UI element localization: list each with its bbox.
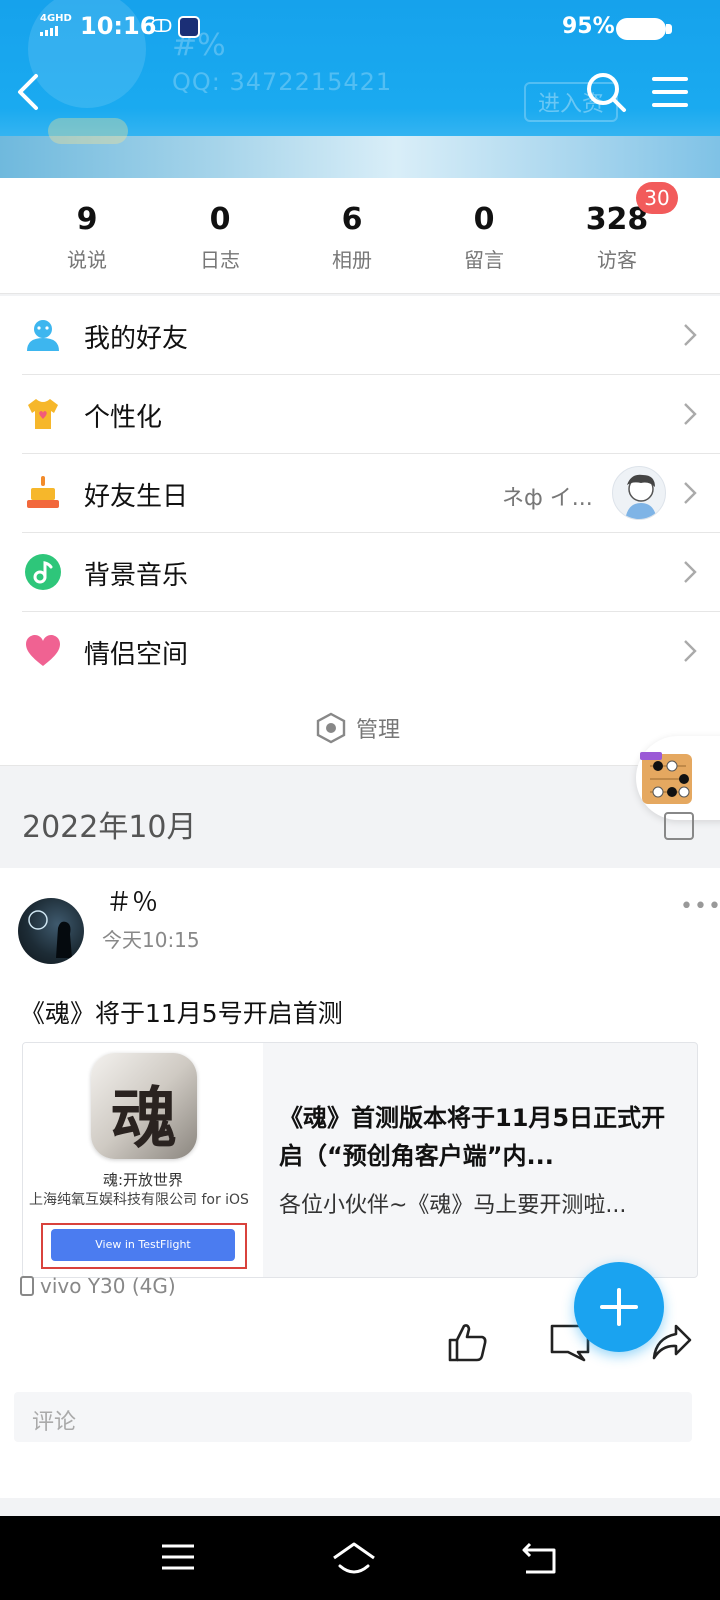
stat-messages[interactable]: 0 留言 (418, 200, 550, 273)
battery-icon (616, 18, 672, 40)
cake-icon (27, 476, 59, 508)
floating-game-button[interactable] (636, 736, 720, 820)
profile-qq-ghost: QQ: 3472215421 (172, 68, 393, 96)
friends-icon (27, 320, 59, 351)
music-icon (25, 554, 61, 590)
manage-button[interactable]: 管理 (0, 690, 720, 766)
stat-blog[interactable]: 0 日志 (154, 200, 286, 273)
post-time: 今天10:15 (102, 928, 200, 952)
menu-item-music[interactable]: 背景音乐 (0, 533, 720, 612)
plus-icon (600, 1288, 638, 1326)
stat-value: 0 (209, 202, 231, 237)
stat-value: 6 (341, 202, 363, 237)
phone-icon (20, 1276, 34, 1296)
birthday-friend-name: ネф イ... (502, 486, 593, 511)
stat-album[interactable]: 6 相册 (286, 200, 418, 273)
chevron-right-icon (684, 403, 697, 425)
menu-item-label: 背景音乐 (84, 561, 189, 591)
back-icon[interactable] (10, 68, 50, 116)
gomoku-icon (640, 752, 692, 804)
recent-apps-icon[interactable] (160, 1540, 196, 1574)
comment-placeholder: 评论 (32, 1410, 77, 1435)
chevron-right-icon (684, 324, 697, 346)
thumb-app-name: 魂:开放世界 (102, 1171, 184, 1189)
more-options-icon[interactable]: ••• (680, 894, 720, 919)
testflight-button: View in TestFlight (51, 1229, 235, 1261)
signal-icon: 4GHD (40, 14, 72, 36)
menu-item-friends[interactable]: 我的好友 (0, 296, 720, 375)
stat-label: 相册 (332, 248, 372, 272)
device-info: vivo Y30 (4G) (20, 1274, 176, 1298)
visitor-count-badge: 30 (636, 182, 678, 214)
thumb-company: 上海纯氧互娱科技有限公司 for iOS (29, 1192, 249, 1208)
stat-label: 说说 (67, 248, 107, 272)
stat-label: 日志 (200, 248, 240, 272)
menu-item-label: 个性化 (84, 403, 163, 433)
network-label: 4GHD (40, 13, 72, 24)
friend-avatar-image (625, 474, 657, 519)
menu-item-label: 情侣空间 (84, 640, 189, 670)
link-description: 各位小伙伴~《魂》马上要开测啦... (279, 1193, 627, 1218)
stat-value: 9 (76, 202, 98, 237)
menu-item-personalize[interactable]: 个性化 (0, 375, 720, 454)
link-title: 《魂》首测版本将于11月5日正式开启（“预创角客户端”内... (279, 1104, 666, 1170)
heart-icon (26, 635, 60, 666)
manage-label: 管理 (356, 718, 401, 743)
system-nav-bar (0, 1516, 720, 1600)
calendar-icon[interactable] (664, 812, 694, 840)
device-name: vivo Y30 (4G) (40, 1274, 176, 1298)
settings-hex-icon (316, 712, 346, 744)
add-post-button[interactable] (574, 1262, 664, 1352)
friend-avatar (612, 466, 666, 520)
chevron-right-icon (684, 561, 697, 583)
post-author-avatar[interactable] (18, 898, 84, 964)
chevron-right-icon (684, 640, 697, 662)
status-bar: 4GHD 10:16 ↀ 95% (0, 10, 720, 46)
link-thumbnail: 魂 魂:开放世界 上海纯氧互娱科技有限公司 for iOS View in Te… (23, 1043, 263, 1277)
menu-item-label: 好友生日 (84, 482, 189, 512)
stat-label: 访客 (597, 248, 637, 272)
stats-row: 9 说说 0 日志 6 相册 0 留言 328 访客 (0, 178, 720, 294)
profile-header: #% QQ: 3472215421 进入资 4GHD 10:16 ↀ 95% (0, 0, 720, 180)
menu-item-couple-space[interactable]: 情侣空间 (0, 612, 720, 691)
stat-value: 0 (473, 202, 495, 237)
month-header: 2022年10月 (22, 810, 197, 845)
avatar-image (28, 910, 72, 958)
back-nav-icon[interactable] (520, 1540, 558, 1576)
feed-post: ＃％ 今天10:15 ••• 《魂》将于11月5号开启首测 魂 魂:开放世界 上… (0, 868, 720, 1498)
like-icon[interactable] (446, 1320, 490, 1364)
shared-link-card[interactable]: 魂 魂:开放世界 上海纯氧互娱科技有限公司 for iOS View in Te… (22, 1042, 698, 1278)
game-app-icon: 魂 (91, 1053, 197, 1159)
feature-menu: 我的好友 个性化 好友生日 ネф イ... 背景音乐 情侣空间 (0, 296, 720, 691)
battery-percent: 95% (562, 14, 615, 39)
weibo-icon: ↀ (150, 16, 173, 37)
menu-icon[interactable] (650, 72, 690, 112)
app-icon-glyph: 魂 (111, 1079, 177, 1157)
comment-input[interactable]: 评论 (14, 1392, 692, 1442)
menu-item-birthday[interactable]: 好友生日 ネф イ... (0, 454, 720, 533)
level-badge-ghost (48, 118, 128, 144)
clock: 10:16 (80, 12, 157, 40)
post-author-name[interactable]: ＃％ (106, 882, 158, 919)
shirt-icon (28, 399, 58, 429)
home-icon[interactable] (330, 1540, 378, 1576)
search-icon[interactable] (584, 70, 628, 114)
stat-shuoshuo[interactable]: 9 说说 (21, 200, 153, 273)
app-notification-icon (178, 16, 200, 38)
chevron-right-icon (684, 482, 697, 504)
menu-item-label: 我的好友 (84, 324, 189, 354)
stat-label: 留言 (464, 248, 504, 272)
post-text: 《魂》将于11月5号开启首测 (20, 999, 343, 1028)
